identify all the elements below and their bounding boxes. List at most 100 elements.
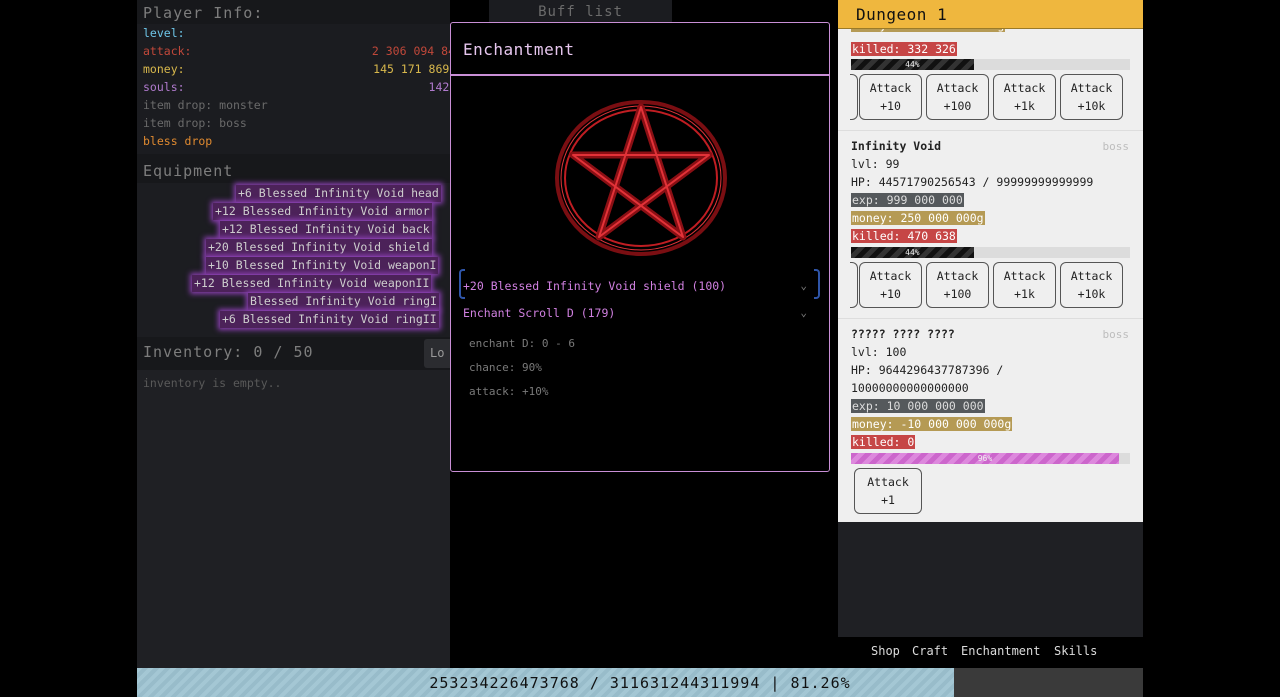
equip-shield[interactable]: +20 Blessed Infinity Void shield	[206, 239, 432, 256]
attack-10k-button[interactable]: Attack +10k	[1060, 74, 1123, 120]
button-label: Attack +1k	[1003, 81, 1046, 113]
chevron-down-icon: ⌄	[800, 279, 807, 292]
enchant-range: enchant D: 0 - 6	[469, 337, 575, 350]
button-label: Attack +1k	[1003, 269, 1046, 301]
exp-text: exp: 999 000 000	[851, 193, 964, 207]
inventory-title: Inventory: 0 / 50	[143, 343, 314, 361]
money-text: money: -10 000 000 000g	[851, 417, 1013, 431]
equip-ring-i[interactable]: Blessed Infinity Void ringI	[248, 293, 439, 310]
dungeon-title: Dungeon 1	[856, 5, 948, 24]
killed-text: killed: 332 326	[851, 42, 957, 56]
attack-button-partial[interactable]	[850, 262, 858, 308]
modal-header: Enchantment	[451, 23, 829, 76]
monster-killed: killed: 0	[851, 434, 916, 451]
inventory-area: inventory is empty..	[137, 370, 450, 668]
equip-weapon-ii[interactable]: +12 Blessed Infinity Void weaponII	[192, 275, 432, 292]
pentagram-icon	[555, 100, 727, 256]
equip-head[interactable]: +6 Blessed Infinity Void head	[236, 185, 441, 202]
stat-label: level:	[143, 26, 185, 40]
bottom-menu: Shop Craft Enchantment Skills	[838, 637, 1143, 668]
equip-armor[interactable]: +12 Blessed Infinity Void armor	[213, 203, 432, 220]
button-label: Attack +100	[936, 269, 979, 301]
item-select[interactable]: +20 Blessed Infinity Void shield (100) ⌄	[463, 275, 815, 297]
monster-level: lvl: 100	[851, 345, 907, 359]
monster-hp: HP: 9644296437787396 /	[851, 363, 1004, 377]
button-label: Attack +10k	[1070, 269, 1113, 301]
stat-label: attack:	[143, 44, 192, 58]
boss-tag: boss	[1102, 328, 1130, 341]
button-label: Attack +10k	[1070, 81, 1113, 113]
money-text: money: 250 000 000g	[851, 211, 985, 225]
stat-label: souls:	[143, 80, 185, 94]
attack-100-button[interactable]: Attack +100	[926, 74, 989, 120]
experience-text: 253234226473768 / 311631244311994 | 81.2…	[429, 674, 851, 692]
monster-money: money: 250 000 000g	[851, 210, 985, 227]
boss-tag: boss	[1102, 140, 1130, 153]
divider	[838, 130, 1143, 131]
experience-bar: 253234226473768 / 311631244311994 | 81.2…	[137, 668, 1143, 697]
prev-monster-killed: killed: 332 326	[851, 41, 957, 58]
attack-1-button[interactable]: Attack +1	[854, 468, 922, 514]
button-label: Attack +100	[936, 81, 979, 113]
button-label: Attack +10	[869, 269, 912, 301]
scroll-select[interactable]: Enchant Scroll D (179) ⌄	[463, 302, 815, 324]
game-window: Player Info: level: attack: 2 306 094 84 …	[0, 0, 1280, 697]
stat-item-drop-boss: item drop: boss	[143, 114, 483, 132]
dungeon-panel: money: -1 000 000 000g killed: 332 326 4…	[838, 0, 1143, 522]
killed-text: killed: 0	[851, 435, 916, 449]
equip-back[interactable]: +12 Blessed Infinity Void back	[220, 221, 432, 238]
chevron-down-icon: ⌄	[800, 306, 807, 319]
equip-ring-ii[interactable]: +6 Blessed Infinity Void ringII	[220, 311, 439, 328]
monster-hp-bar: 96%	[851, 453, 1130, 464]
stat-souls: souls:142 411	[143, 78, 483, 96]
attack-10k-button[interactable]: Attack +10k	[1060, 262, 1123, 308]
divider	[838, 318, 1143, 319]
hp-bar-fill: 44%	[851, 59, 974, 70]
equipment-title: Equipment	[143, 162, 234, 180]
attack-1k-button[interactable]: Attack +1k	[993, 262, 1056, 308]
menu-shop[interactable]: Shop	[871, 644, 900, 658]
equip-weapon-i[interactable]: +10 Blessed Infinity Void weaponI	[206, 257, 439, 274]
monster-hp-max: 10000000000000000	[851, 381, 969, 395]
enchantment-modal: Enchantment +20 Blessed Infinity Void sh…	[450, 22, 830, 472]
monster-hp-bar: 44%	[851, 247, 1130, 258]
monster-exp: exp: 999 000 000	[851, 192, 964, 209]
monster-money: money: -10 000 000 000g	[851, 416, 1013, 433]
stat-bless-drop: bless drop	[143, 132, 483, 150]
inventory-header: Inventory: 0 / 50 Lo	[137, 337, 464, 370]
monster-level: lvl: 99	[851, 157, 900, 171]
attack-1k-button[interactable]: Attack +1k	[993, 74, 1056, 120]
attack-button-partial[interactable]	[850, 74, 858, 120]
menu-enchantment[interactable]: Enchantment	[961, 644, 1040, 658]
monster-exp: exp: 10 000 000 000	[851, 398, 985, 415]
prev-monster-hp-bar: 44%	[851, 59, 1130, 70]
enchant-attack: attack: +10%	[469, 385, 549, 398]
stat-value: 2 306 094 84	[371, 44, 455, 58]
stat-level: level:	[143, 24, 483, 42]
scroll-select-value: Enchant Scroll D (179)	[463, 306, 616, 320]
buff-list-tab[interactable]: Buff list	[489, 0, 672, 22]
monster-name: Infinity Void	[851, 139, 942, 153]
hp-bar-fill: 96%	[851, 453, 1119, 464]
equipment-list: +6 Blessed Infinity Void head +12 Blesse…	[137, 183, 450, 337]
attack-10-button[interactable]: Attack +10	[859, 262, 922, 308]
stat-label: item drop: boss	[143, 116, 247, 130]
button-label: Attack	[867, 475, 909, 489]
stat-label: money:	[143, 62, 185, 76]
button-label: Attack +10	[869, 81, 912, 113]
attack-10-button[interactable]: Attack +10	[859, 74, 922, 120]
stat-money: money: 145 171 869 907	[143, 60, 483, 78]
killed-text: killed: 470 638	[851, 229, 957, 243]
attack-100-button[interactable]: Attack +100	[926, 262, 989, 308]
stat-attack: attack: 2 306 094 84	[143, 42, 483, 60]
player-info-title: Player Info:	[143, 4, 264, 22]
inventory-empty-text: inventory is empty..	[143, 376, 282, 390]
modal-title: Enchantment	[463, 40, 575, 59]
right-column: money: -1 000 000 000g killed: 332 326 4…	[838, 0, 1143, 668]
left-column: Player Info: level: attack: 2 306 094 84 …	[137, 0, 477, 668]
enchant-chance: chance: 90%	[469, 361, 542, 374]
menu-skills[interactable]: Skills	[1054, 644, 1097, 658]
dungeon-header: Dungeon 1	[838, 0, 1143, 29]
hp-bar-fill: 44%	[851, 247, 974, 258]
menu-craft[interactable]: Craft	[912, 644, 948, 658]
